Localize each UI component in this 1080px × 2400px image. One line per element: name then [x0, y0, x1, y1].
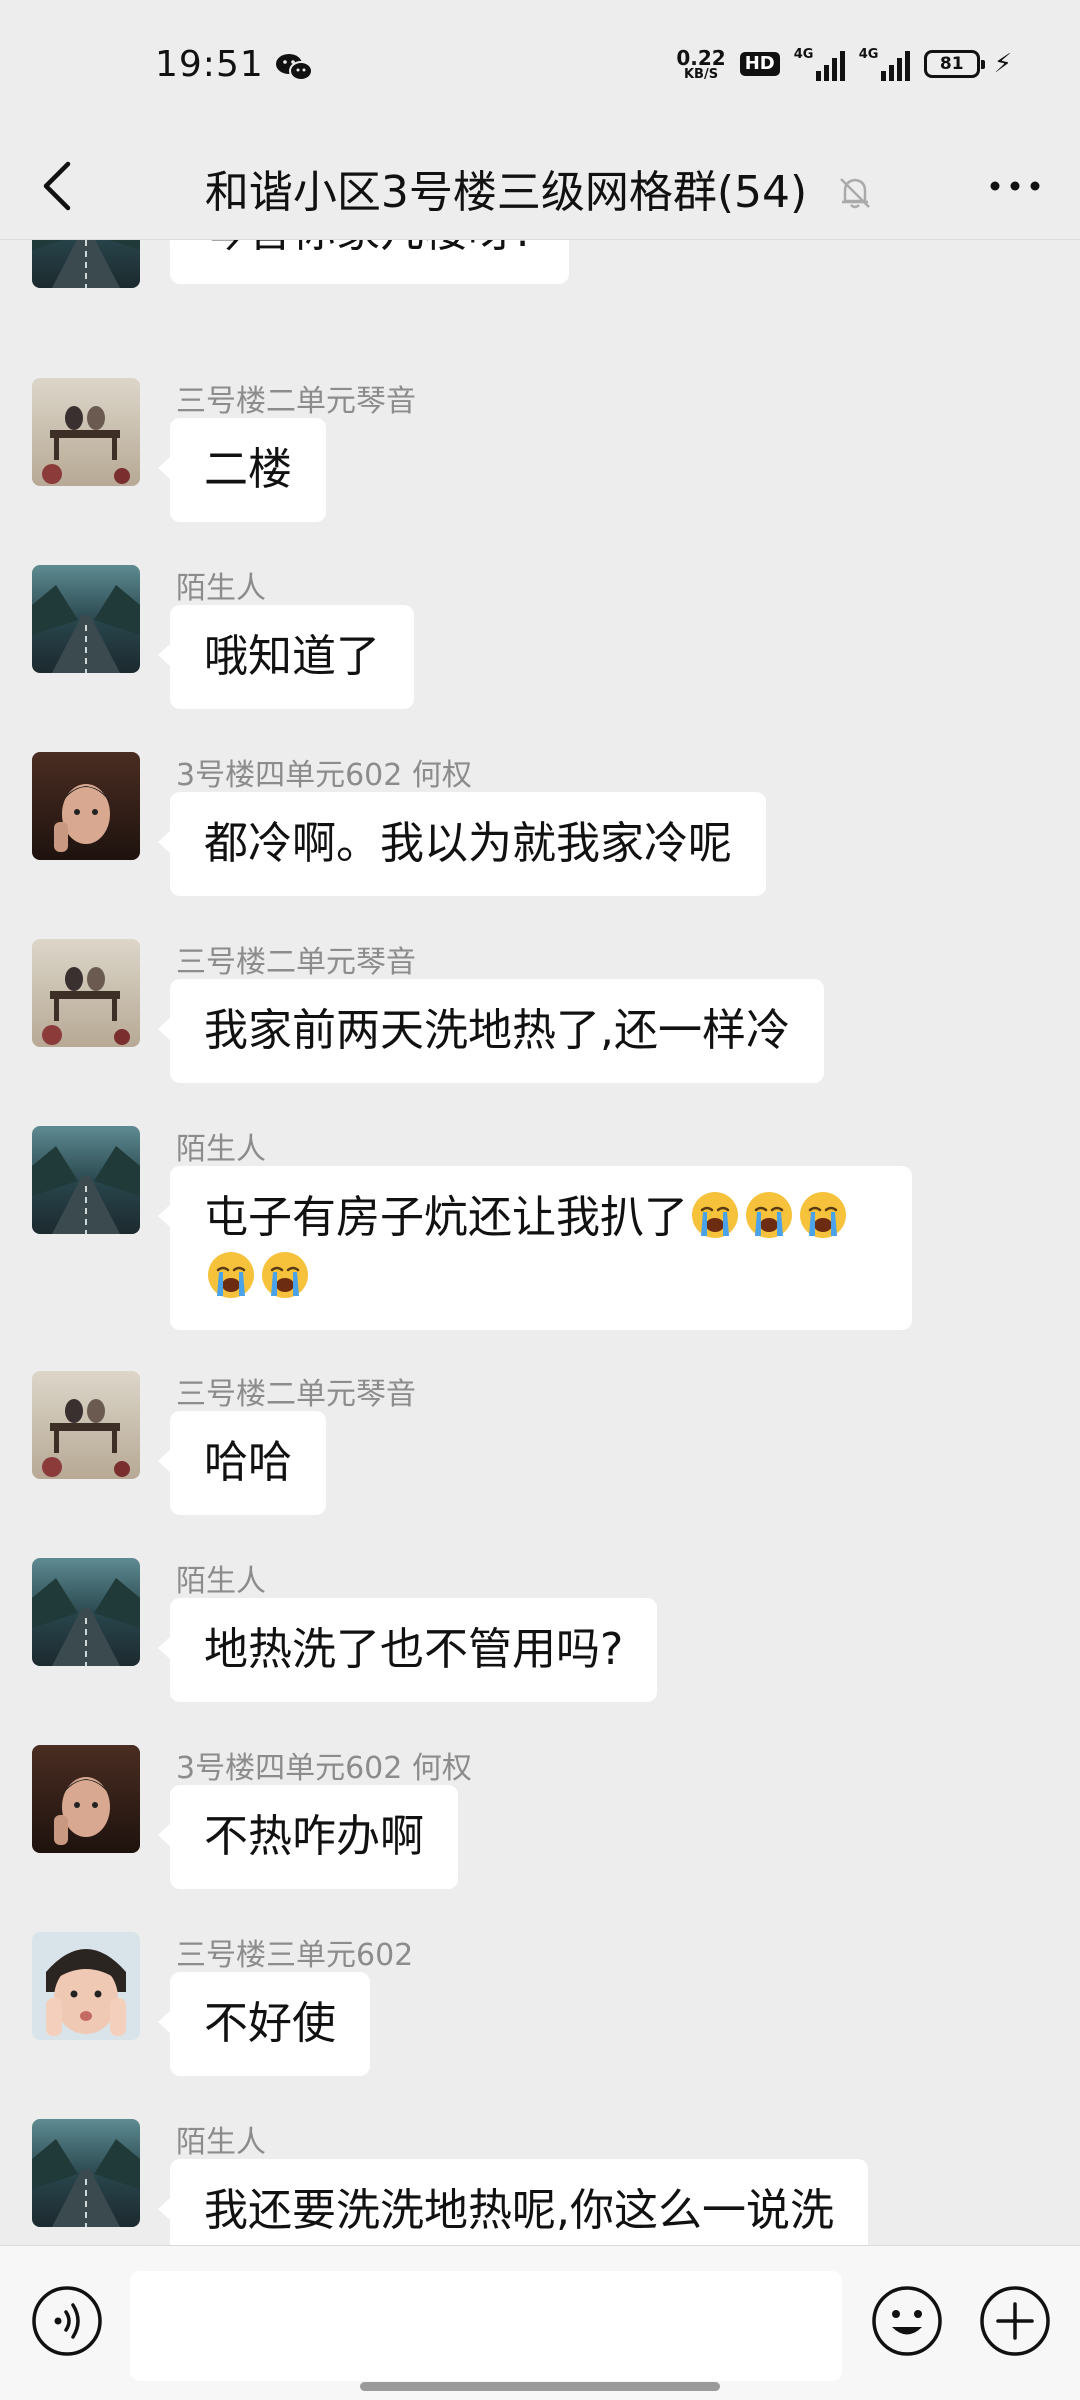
boy-avatar[interactable]	[32, 1745, 140, 1853]
boy-avatar[interactable]	[32, 752, 140, 860]
more-icon[interactable]	[980, 166, 1050, 206]
message-bubble[interactable]: 二楼	[158, 418, 326, 522]
status-time: 19:51	[155, 44, 264, 85]
message-bubble[interactable]: 屯子有房子炕还让我扒了	[158, 1166, 912, 1330]
sim2-label: 4G	[858, 47, 879, 62]
network-speed-value: 0.22	[676, 45, 726, 70]
message-bubble[interactable]: 哈哈	[158, 1411, 326, 1515]
signal-icon: 4G	[859, 47, 910, 81]
sender-name: 陌生人	[176, 2125, 266, 2160]
chat-title-text: 和谐小区3号楼三级网格群(54)	[204, 167, 808, 218]
loudly-crying-emoji	[692, 1192, 738, 1238]
message-text: 我还要洗洗地热呢,你这么一说洗	[204, 2185, 834, 2236]
sender-name: 三号楼二单元琴音	[176, 384, 416, 419]
plus-icon[interactable]	[978, 2284, 1052, 2358]
message-bubble[interactable]: 琴音你家几楼呀?	[157, 240, 570, 284]
charging-icon: ⚡	[993, 49, 1012, 79]
message-text: 不好使	[204, 1998, 336, 2049]
message-text: 哈哈	[204, 1437, 292, 1488]
sender-name: 陌生人	[176, 1132, 266, 1167]
signal-icon: 4G	[794, 47, 845, 81]
message-text: 屯子有房子炕还让我扒了	[204, 1192, 688, 1243]
sender-name: 3号楼四单元602 何权	[176, 758, 472, 793]
wechat-icon	[276, 54, 313, 81]
message-text: 不热咋办啊	[204, 1811, 424, 1862]
battery-level: 81	[939, 54, 964, 74]
bench-avatar[interactable]	[32, 939, 140, 1047]
message-bubble[interactable]: 地热洗了也不管用吗?	[157, 1598, 658, 1702]
message-bubble[interactable]: 我还要洗洗地热呢,你这么一说洗	[158, 2159, 868, 2245]
sender-name: 3号楼四单元602 何权	[176, 1751, 472, 1786]
road-avatar[interactable]	[32, 565, 140, 673]
child-avatar[interactable]	[32, 1932, 140, 2040]
loudly-crying-emoji	[746, 1192, 792, 1238]
message-text: 琴音你家几楼呀?	[204, 240, 535, 257]
hd-icon: HD	[739, 52, 780, 76]
road-avatar[interactable]	[32, 1558, 140, 1666]
sender-name: 三号楼二单元琴音	[176, 1377, 416, 1412]
sim1-label: 4G	[793, 47, 814, 62]
voice-icon[interactable]	[30, 2284, 104, 2358]
message-list[interactable]: 琴音你家几楼呀? 三号楼二单元琴音 二楼	[0, 240, 1080, 2245]
loudly-crying-emoji	[208, 1252, 254, 1298]
home-indicator[interactable]	[360, 2382, 720, 2391]
network-speed-unit: KB/S	[683, 66, 719, 82]
mute-bell-icon	[840, 178, 871, 209]
message-text: 哦知道了	[204, 631, 380, 682]
emoji-icon[interactable]	[870, 2284, 944, 2358]
input-bar	[0, 2245, 1080, 2400]
bench-avatar[interactable]	[32, 378, 140, 486]
bench-avatar[interactable]	[32, 1371, 140, 1479]
sender-name: 陌生人	[176, 571, 266, 606]
loudly-crying-emoji	[800, 1192, 846, 1238]
message-bubble[interactable]: 哦知道了	[158, 605, 414, 709]
network-speed: 0.22 KB/S	[676, 48, 725, 81]
status-icons: 0.22 KB/S HD 4G 4G 81 ⚡	[676, 44, 1012, 84]
message-text: 地热洗了也不管用吗?	[204, 1624, 624, 1675]
road-avatar[interactable]	[32, 240, 140, 288]
sender-name: 三号楼二单元琴音	[176, 945, 416, 980]
chat-header: 和谐小区3号楼三级网格群(54)	[0, 130, 1080, 240]
message-text: 我家前两天洗地热了,还一样冷	[204, 1005, 790, 1056]
message-bubble[interactable]: 不好使	[158, 1972, 370, 2076]
message-bubble[interactable]: 不热咋办啊	[158, 1785, 458, 1889]
road-avatar[interactable]	[32, 2119, 140, 2227]
sender-name: 三号楼三单元602	[176, 1938, 414, 1973]
message-text: 都冷啊。我以为就我家冷呢	[204, 818, 732, 869]
sender-name: 陌生人	[176, 1564, 266, 1599]
loudly-crying-emoji	[262, 1252, 308, 1298]
road-avatar[interactable]	[32, 1126, 140, 1234]
message-bubble[interactable]: 我家前两天洗地热了,还一样冷	[158, 979, 824, 1083]
battery-icon: 81	[923, 50, 985, 78]
message-text: 二楼	[204, 444, 292, 495]
chat-title[interactable]: 和谐小区3号楼三级网格群(54)	[0, 156, 1080, 220]
message-bubble[interactable]: 都冷啊。我以为就我家冷呢	[158, 792, 766, 896]
message-input[interactable]	[130, 2271, 842, 2381]
status-bar: 19:51 0.22 KB/S HD 4G 4G 81 ⚡	[0, 0, 1080, 130]
